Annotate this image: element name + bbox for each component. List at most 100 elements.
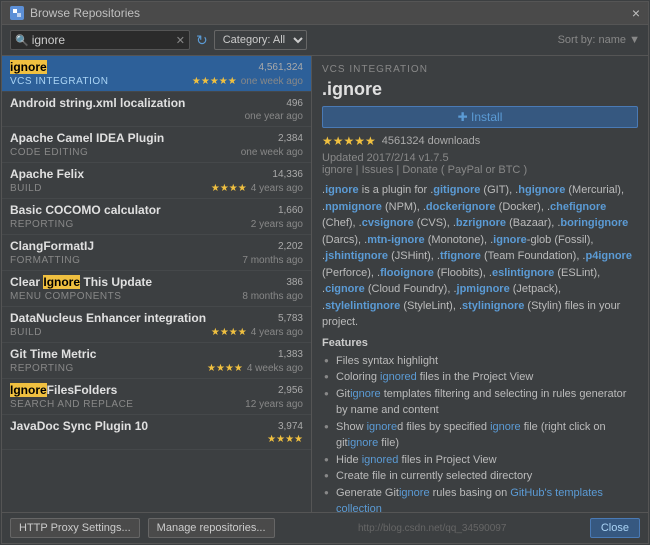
plugin-age: 4 years ago [251, 183, 303, 194]
plugin-name: JavaDoc Sync Plugin 10 [10, 419, 148, 433]
plugin-name: DataNucleus Enhancer integration [10, 311, 206, 325]
plugin-downloads: 386 [286, 277, 303, 288]
plugin-list: ignore 4,561,324 VCS INTEGRATION ★★★★★ o… [2, 56, 312, 512]
plugin-name: IgnoreFilesFolders [10, 383, 117, 397]
list-item[interactable]: JavaDoc Sync Plugin 10 3,974 ★★★★ [2, 415, 311, 450]
plugin-age: 2 years ago [251, 219, 303, 230]
plugin-category: BUILD [10, 183, 42, 194]
plugin-category: SEARCH AND REPLACE [10, 399, 133, 410]
plugin-name: Android string.xml localization [10, 96, 185, 110]
list-item[interactable]: Apache Camel IDEA Plugin 2,384 CODE EDIT… [2, 127, 311, 163]
list-item[interactable]: ignore 4,561,324 VCS INTEGRATION ★★★★★ o… [2, 56, 311, 92]
plugin-category: REPORTING [10, 219, 74, 230]
rating-stars: ★★★★★ [322, 134, 376, 148]
toolbar: 🔍 ✕ ↻ Category: All Sort by: name ▼ [2, 25, 648, 56]
plugin-category: BUILD [10, 327, 42, 338]
feature-item: Create file in currently selected direct… [322, 468, 638, 485]
window-title: Browse Repositories [30, 6, 140, 20]
vcs-label: VCS INTEGRATION [322, 64, 638, 75]
link-paypal[interactable]: PayPal [448, 164, 483, 176]
plugin-name: Basic COCOMO calculator [10, 203, 161, 217]
feature-item: Hide ignored files in Project View [322, 452, 638, 469]
plugin-name: Apache Camel IDEA Plugin [10, 131, 164, 145]
features-label: Features [322, 337, 638, 349]
plugin-downloads: 2,956 [278, 385, 303, 396]
link-ignore[interactable]: ignore [322, 164, 353, 176]
detail-plugin-name: .ignore [322, 79, 638, 100]
plugin-age: 4 years ago [251, 327, 303, 338]
url-label: http://blog.csdn.net/qq_34590097 [358, 523, 506, 534]
downloads-count: 4561324 downloads [382, 135, 480, 147]
plugin-category: MENU COMPONENTS [10, 291, 121, 302]
content-area: ignore 4,561,324 VCS INTEGRATION ★★★★★ o… [2, 56, 648, 512]
sort-label: Sort by: name ▼ [558, 34, 640, 46]
list-item[interactable]: Basic COCOMO calculator 1,660 REPORTING … [2, 199, 311, 235]
plugin-age: one year ago [245, 111, 303, 122]
title-bar-left: Browse Repositories [10, 6, 140, 20]
rating-row: ★★★★★ 4561324 downloads [322, 134, 638, 148]
bottom-bar: HTTP Proxy Settings... Manage repositori… [2, 512, 648, 543]
search-icon: 🔍 [15, 34, 29, 47]
install-button[interactable]: ✚ Install [322, 106, 638, 128]
list-item[interactable]: Apache Felix 14,336 BUILD ★★★★ 4 years a… [2, 163, 311, 199]
plugin-name: Clear Ignore This Update [10, 275, 152, 289]
browse-repositories-window: Browse Repositories × 🔍 ✕ ↻ Category: Al… [1, 1, 649, 544]
plugin-downloads: 2,202 [278, 241, 303, 252]
feature-item: Files syntax highlight [322, 353, 638, 370]
list-item[interactable]: Android string.xml localization 496 one … [2, 92, 311, 127]
feature-item: Gitignore templates filtering and select… [322, 386, 638, 419]
plugin-stars: ★★★★ [207, 363, 243, 374]
plugin-age: 8 months ago [242, 291, 303, 302]
feature-item: Generate Gitignore rules basing on GitHu… [322, 485, 638, 513]
plugin-downloads: 2,384 [278, 133, 303, 144]
list-item[interactable]: IgnoreFilesFolders 2,956 SEARCH AND REPL… [2, 379, 311, 415]
list-item[interactable]: DataNucleus Enhancer integration 5,783 B… [2, 307, 311, 343]
list-item[interactable]: ClangFormatIJ 2,202 FORMATTING 7 months … [2, 235, 311, 271]
plugin-age: one week ago [241, 76, 303, 87]
feature-item: Show ignored files by specified ignore f… [322, 419, 638, 452]
search-clear-icon[interactable]: ✕ [176, 34, 185, 47]
http-proxy-button[interactable]: HTTP Proxy Settings... [10, 518, 140, 538]
refresh-button[interactable]: ↻ [196, 32, 208, 49]
title-bar: Browse Repositories × [2, 2, 648, 25]
manage-repositories-button[interactable]: Manage repositories... [148, 518, 275, 538]
plugin-stars: ★★★★ [211, 327, 247, 338]
bottom-left-buttons: HTTP Proxy Settings... Manage repositori… [10, 518, 275, 538]
category-select[interactable]: Category: All [214, 30, 307, 50]
plugin-category: REPORTING [10, 363, 74, 374]
plugin-age: one week ago [241, 147, 303, 158]
window-close-button[interactable]: × [632, 6, 640, 20]
plugin-downloads: 496 [286, 98, 303, 109]
link-issues[interactable]: Issues [362, 164, 394, 176]
window-icon [10, 6, 24, 20]
plugin-downloads: 1,660 [278, 205, 303, 216]
plugin-category: CODE EDITING [10, 147, 88, 158]
plugin-name: Git Time Metric [10, 347, 96, 361]
list-item[interactable]: Clear Ignore This Update 386 MENU COMPON… [2, 271, 311, 307]
plugin-detail: VCS INTEGRATION .ignore ✚ Install ★★★★★ … [312, 56, 648, 512]
plugin-stars: ★★★★★ [192, 76, 237, 87]
plugin-age: 4 weeks ago [247, 363, 303, 374]
plugin-downloads: 3,974 [278, 421, 303, 432]
plugin-category: FORMATTING [10, 255, 80, 266]
plugin-category: VCS INTEGRATION [10, 76, 108, 87]
links-row: ignore | Issues | Donate ( PayPal or BTC… [322, 164, 638, 176]
features-list: Files syntax highlight Coloring ignored … [322, 353, 638, 513]
close-button[interactable]: Close [590, 518, 640, 538]
plugin-name: ignore [10, 60, 47, 74]
plugin-name: Apache Felix [10, 167, 84, 181]
plugin-downloads: 14,336 [272, 169, 303, 180]
plugin-age: 12 years ago [245, 399, 303, 410]
search-input[interactable] [32, 33, 176, 47]
list-item[interactable]: Git Time Metric 1,383 REPORTING ★★★★ 4 w… [2, 343, 311, 379]
plugin-stars: ★★★★ [211, 183, 247, 194]
search-box: 🔍 ✕ [10, 30, 190, 50]
plugin-stars: ★★★★ [267, 434, 303, 445]
plugin-age: 7 months ago [242, 255, 303, 266]
plugin-description: .ignore is a plugin for .gitignore (GIT)… [322, 182, 638, 331]
plugin-downloads: 4,561,324 [259, 62, 304, 73]
link-btc[interactable]: BTC [498, 164, 520, 176]
updated-text: Updated 2017/2/14 v1.7.5 [322, 152, 638, 164]
plugin-downloads: 5,783 [278, 313, 303, 324]
plugin-name: ClangFormatIJ [10, 239, 94, 253]
